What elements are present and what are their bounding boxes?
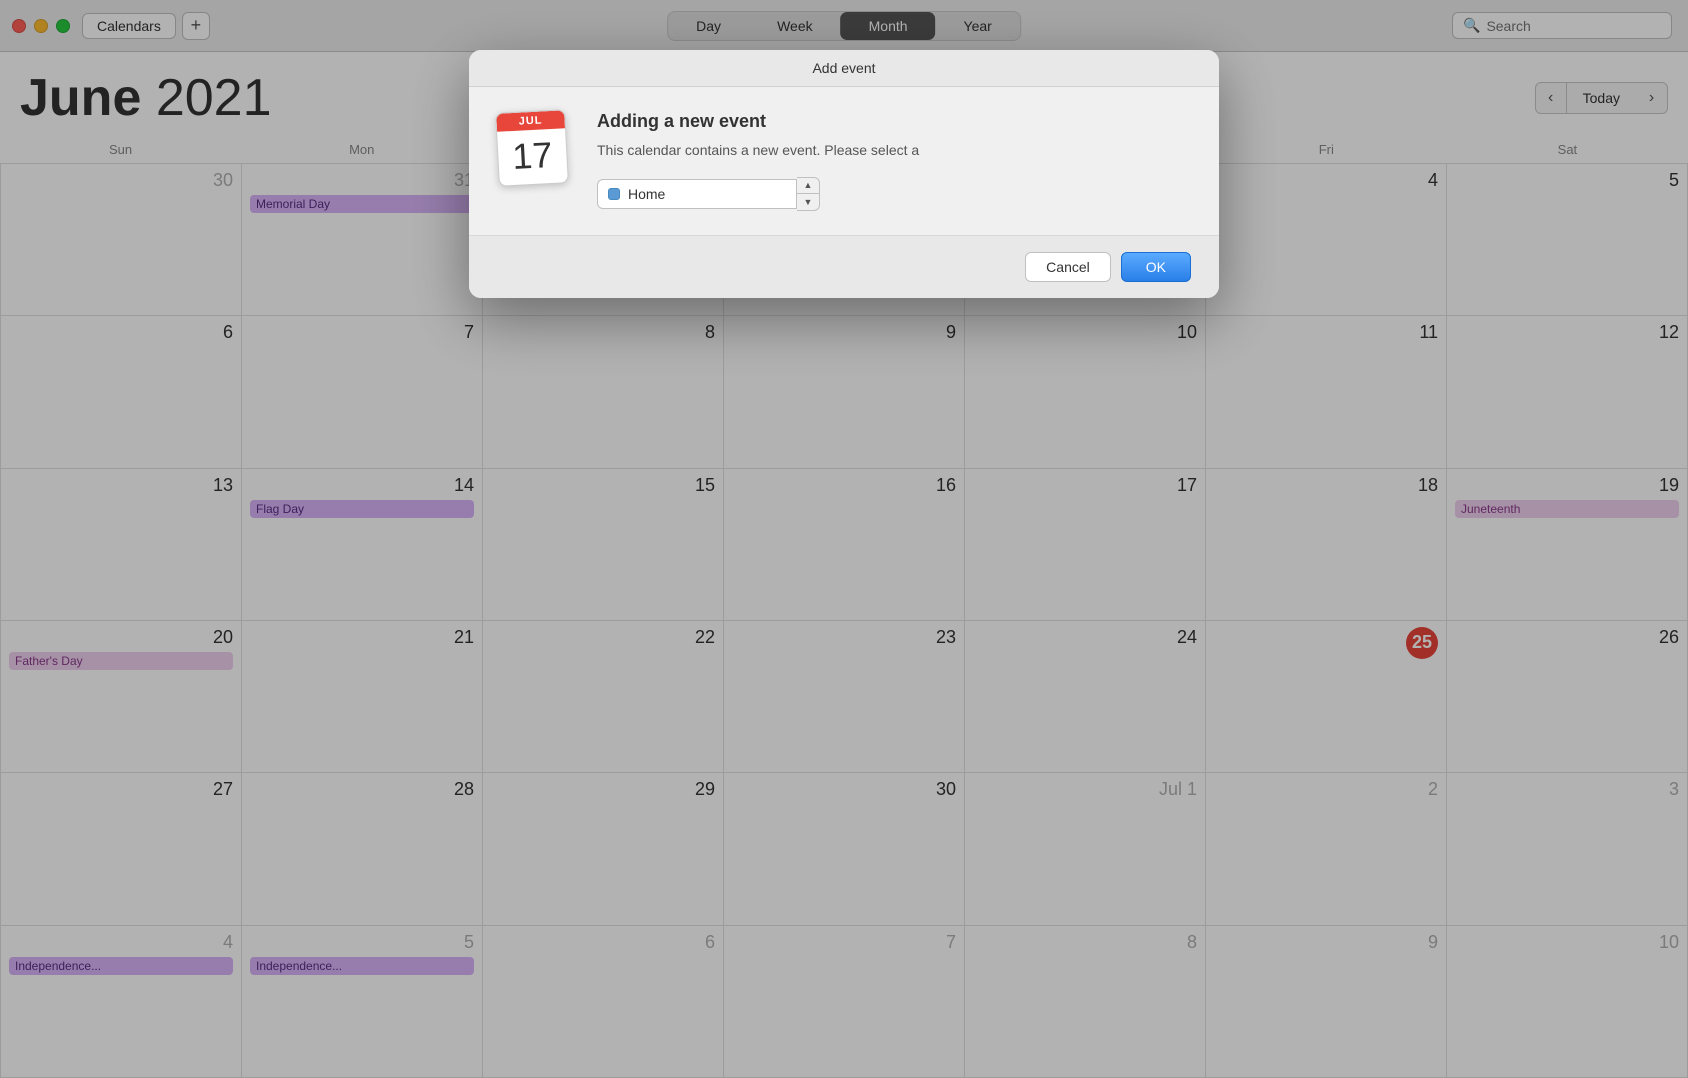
calendar-selector-row: Home ▲ ▼ [597,177,1191,211]
calendar-select-value: Home [628,186,665,202]
calendar-stepper[interactable]: ▲ ▼ [797,177,820,211]
stepper-down-button[interactable]: ▼ [797,194,819,210]
modal-description: This calendar contains a new event. Plea… [597,140,1191,161]
calendar-icon-face: JUL 17 [495,109,569,187]
modal-footer: Cancel OK [469,235,1219,298]
cancel-button[interactable]: Cancel [1025,252,1111,282]
add-event-modal: Add event JUL 17 Adding a new event This… [469,50,1219,298]
calendar-icon-day: 17 [497,128,567,179]
modal-title-bar: Add event [469,50,1219,87]
calendar-icon: JUL 17 [497,111,567,191]
modal-heading: Adding a new event [597,111,1191,132]
modal-body: JUL 17 Adding a new event This calendar … [469,87,1219,235]
stepper-up-button[interactable]: ▲ [797,178,819,194]
modal-content: Adding a new event This calendar contain… [597,111,1191,211]
modal-overlay: Add event JUL 17 Adding a new event This… [0,0,1688,1078]
ok-button[interactable]: OK [1121,252,1191,282]
calendar-select-box[interactable]: Home [597,179,797,209]
calendar-icon-container: JUL 17 [497,111,577,191]
modal-title: Add event [812,60,875,76]
calendar-color-dot [608,188,620,200]
